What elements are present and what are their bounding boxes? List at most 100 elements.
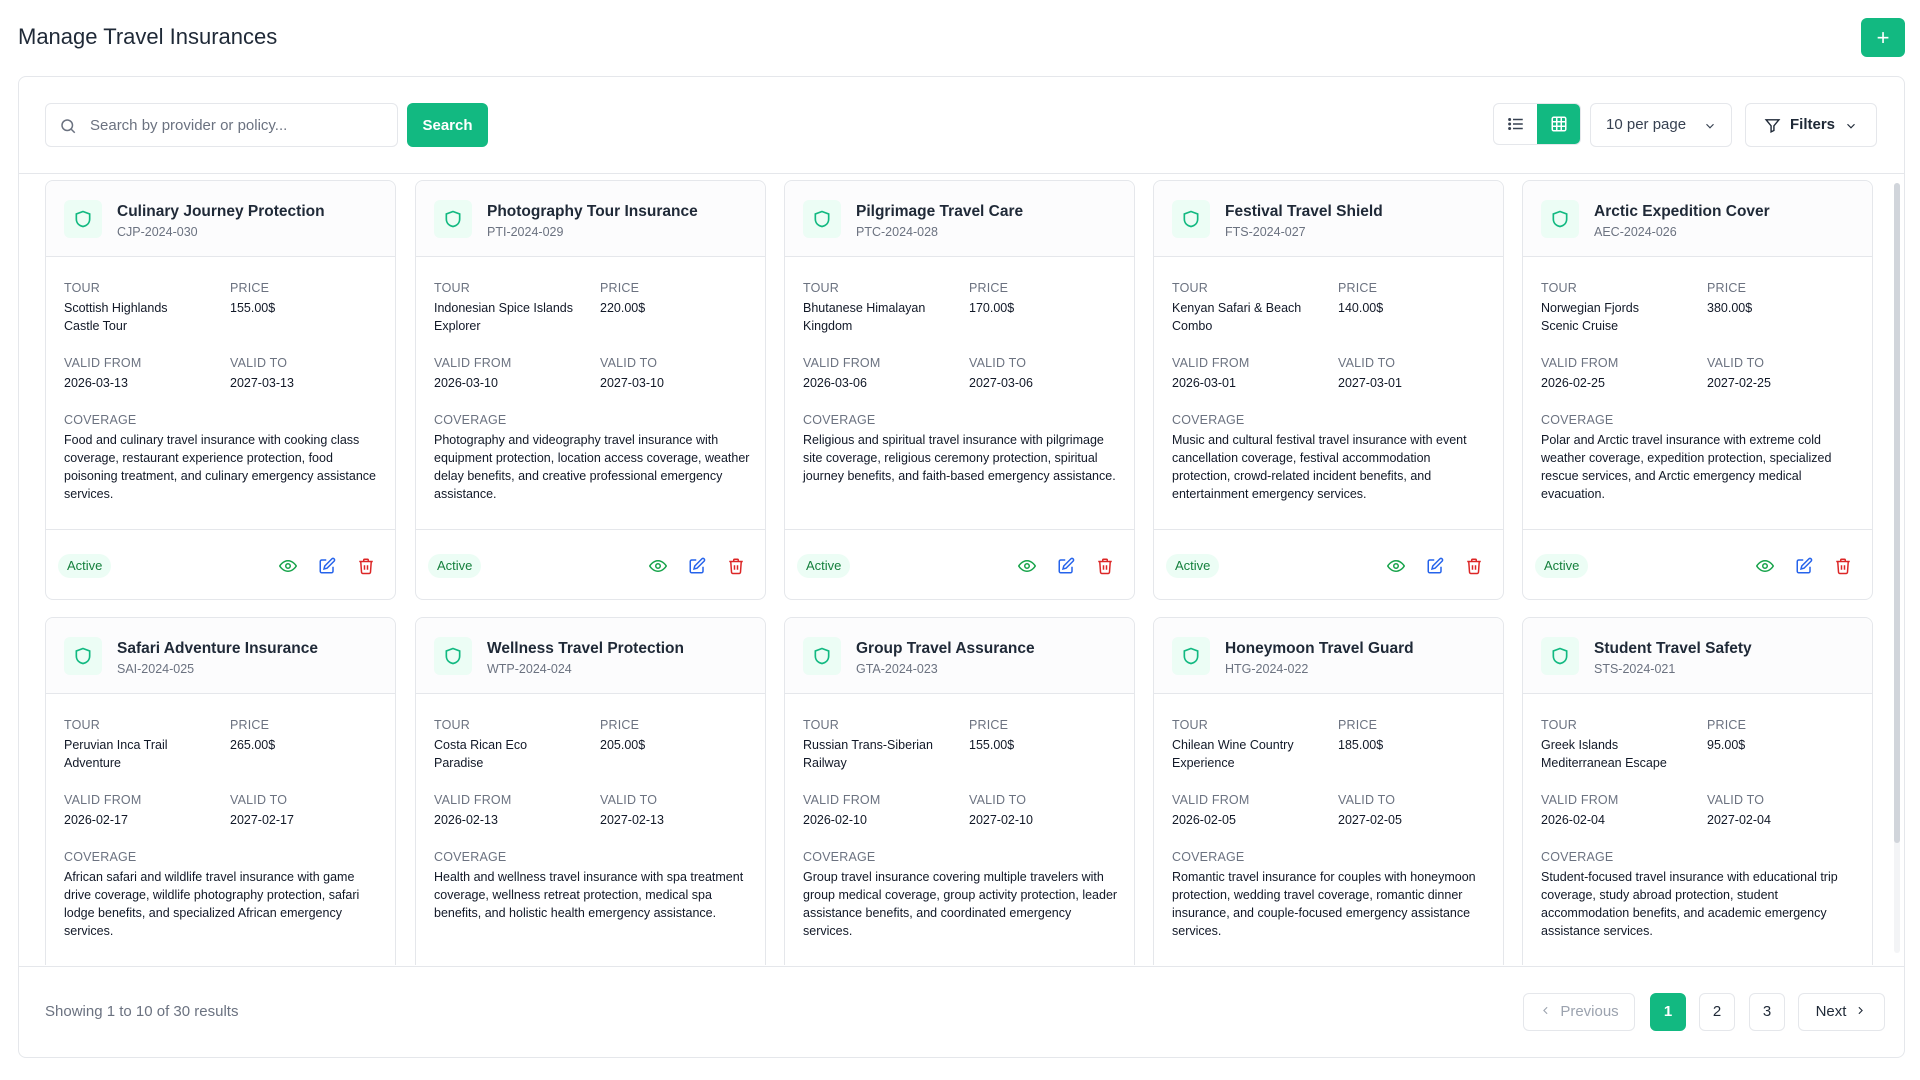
card-title: Safari Adventure Insurance: [117, 640, 318, 657]
price-label: PRICE: [600, 718, 640, 732]
filters-button[interactable]: Filters: [1745, 103, 1877, 147]
valid-from-value: 2026-02-05: [1172, 813, 1236, 827]
page-title: Manage Travel Insurances: [18, 24, 278, 49]
edit-button[interactable]: [1056, 556, 1076, 576]
next-page-button[interactable]: Next: [1798, 993, 1885, 1031]
chevron-left-icon: [1543, 1006, 1548, 1015]
delete-button[interactable]: [1464, 556, 1484, 576]
price-value: 380.00$: [1707, 301, 1753, 315]
tour-line-2: Railway: [803, 756, 847, 770]
valid-to-value: 2027-02-17: [230, 813, 294, 827]
price-label: PRICE: [1707, 718, 1747, 732]
valid-to-value: 2027-02-25: [1707, 376, 1771, 390]
card-title: Photography Tour Insurance: [487, 203, 698, 220]
list-icon: [1507, 118, 1523, 130]
price-value: 140.00$: [1338, 301, 1384, 315]
coverage-text: Polar and Arctic travel insurance with e…: [1541, 433, 1832, 501]
view-button[interactable]: [1386, 556, 1406, 576]
tour-value: Bhutanese Himalayan Kingdom: [803, 299, 963, 335]
insurance-card: Festival Travel Shield FTS-2024-027 TOUR PR…: [1153, 180, 1504, 600]
card-grid: Culinary Journey Protection CJP-2024-030 T…: [19, 175, 1904, 965]
tour-line-2: Castle Tour: [64, 319, 127, 333]
card-title: Group Travel Assurance: [856, 640, 1035, 657]
chevron-down-icon: [1847, 123, 1855, 129]
view-button[interactable]: [648, 556, 668, 576]
tour-label: TOUR: [434, 281, 470, 295]
delete-button[interactable]: [1833, 556, 1853, 576]
shield-badge: [1172, 637, 1210, 675]
price-label: PRICE: [969, 281, 1009, 295]
tour-line-2: Mediterranean Escape: [1541, 756, 1667, 770]
valid-from-label: VALID FROM: [1541, 793, 1619, 807]
valid-to-value: 2027-02-10: [969, 813, 1033, 827]
price-value: 170.00$: [969, 301, 1015, 315]
valid-to-value: 2027-02-05: [1338, 813, 1402, 827]
edit-button[interactable]: [1425, 556, 1445, 576]
valid-from-value: 2026-03-13: [64, 376, 128, 390]
edit-button[interactable]: [687, 556, 707, 576]
card-title: Wellness Travel Protection: [487, 640, 684, 657]
scrollbar-thumb[interactable]: [1894, 183, 1900, 843]
card-title: Culinary Journey Protection: [117, 203, 325, 220]
edit-icon: [1796, 557, 1813, 574]
valid-from-label: VALID FROM: [64, 356, 142, 370]
list-view-button[interactable]: [1494, 104, 1537, 144]
tour-line-1: Norwegian Fjords: [1541, 301, 1639, 315]
shield-badge: [1172, 200, 1210, 238]
delete-button[interactable]: [1095, 556, 1115, 576]
price-value: 205.00$: [600, 738, 646, 752]
delete-button[interactable]: [356, 556, 376, 576]
grid-icon: [1551, 116, 1566, 132]
shield-icon: [1183, 647, 1199, 665]
card-header: Photography Tour Insurance PTI-2024-029: [416, 181, 765, 257]
add-insurance-button[interactable]: +: [1861, 18, 1905, 57]
filter-icon: [1764, 119, 1781, 134]
grid-view-button[interactable]: [1537, 104, 1580, 144]
per-page-select[interactable]: 10 per page: [1590, 103, 1732, 147]
delete-button[interactable]: [726, 556, 746, 576]
page-button-2[interactable]: 2: [1699, 993, 1735, 1031]
view-toggle: [1493, 103, 1581, 145]
view-button[interactable]: [1017, 556, 1037, 576]
page-button-3[interactable]: 3: [1749, 993, 1785, 1031]
view-button[interactable]: [1755, 556, 1775, 576]
card-header: Student Travel Safety STS-2024-021: [1523, 618, 1872, 694]
edit-button[interactable]: [317, 556, 337, 576]
price-label: PRICE: [230, 281, 270, 295]
price-value: 155.00$: [969, 738, 1015, 752]
trash-icon: [359, 558, 373, 575]
chevron-down-icon: [1706, 123, 1714, 129]
page-button-1[interactable]: 1: [1650, 993, 1686, 1031]
eye-icon: [649, 559, 667, 573]
edit-icon: [1058, 557, 1075, 574]
shield-badge: [64, 200, 102, 238]
card-header: Honeymoon Travel Guard HTG-2024-022: [1154, 618, 1503, 694]
tour-label: TOUR: [64, 718, 100, 732]
previous-page-button[interactable]: Previous: [1523, 993, 1635, 1031]
tour-line-2: Paradise: [434, 756, 484, 770]
edit-button[interactable]: [1794, 556, 1814, 576]
valid-to-label: VALID TO: [600, 356, 658, 370]
view-button[interactable]: [278, 556, 298, 576]
search-button[interactable]: Search: [407, 103, 488, 147]
tour-value: Kenyan Safari & Beach Combo: [1172, 299, 1332, 335]
tour-line-2: Kingdom: [803, 319, 853, 333]
next-label: Next: [1815, 1003, 1847, 1020]
search-box[interactable]: [45, 103, 398, 147]
price-label: PRICE: [600, 281, 640, 295]
valid-from-label: VALID FROM: [1172, 356, 1250, 370]
policy-code: AEC-2024-026: [1594, 225, 1677, 239]
tour-line-2: Explorer: [434, 319, 481, 333]
status-badge: Active: [1166, 554, 1220, 578]
search-input[interactable]: [90, 104, 390, 146]
insurance-panel: Search 10 per page Filters Culinary Jour…: [18, 76, 1905, 1058]
scrollbar[interactable]: [1894, 183, 1900, 953]
tour-line-1: Peruvian Inca Trail: [64, 738, 168, 752]
valid-from-label: VALID FROM: [64, 793, 142, 807]
card-footer-divider: [785, 529, 1134, 530]
tour-value: Greek Islands Mediterranean Escape: [1541, 736, 1701, 772]
tour-label: TOUR: [1172, 718, 1208, 732]
price-label: PRICE: [1707, 281, 1747, 295]
policy-code: CJP-2024-030: [117, 225, 198, 239]
trash-icon: [1836, 558, 1850, 575]
